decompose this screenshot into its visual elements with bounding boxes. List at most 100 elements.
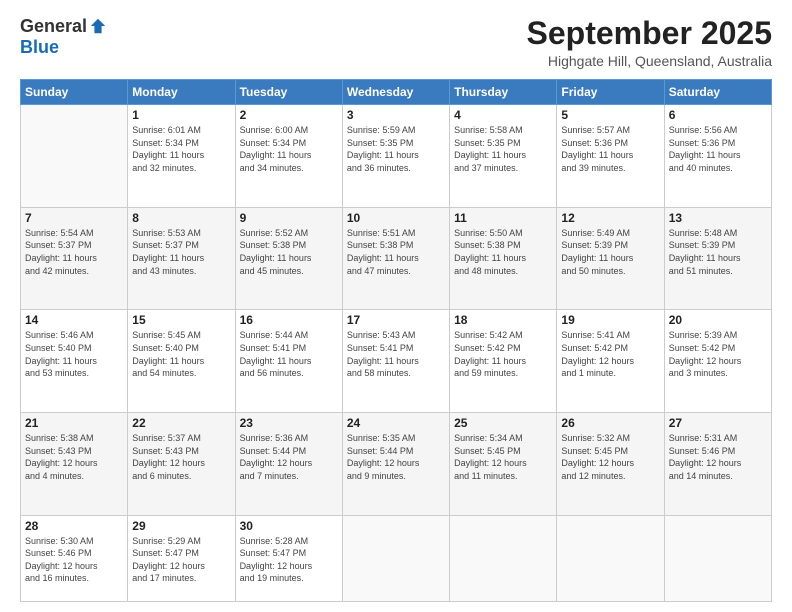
day-number: 14 — [25, 313, 123, 327]
day-info: Sunrise: 5:46 AM Sunset: 5:40 PM Dayligh… — [25, 329, 123, 379]
day-cell: 15 Sunrise: 5:45 AM Sunset: 5:40 PM Dayli… — [128, 310, 235, 413]
header-row: SundayMondayTuesdayWednesdayThursdayFrid… — [21, 80, 772, 105]
day-cell: 27 Sunrise: 5:31 AM Sunset: 5:46 PM Dayli… — [664, 413, 771, 516]
day-info: Sunrise: 6:00 AM Sunset: 5:34 PM Dayligh… — [240, 124, 338, 174]
day-cell: 6Sunrise: 5:56 AM Sunset: 5:36 PM Daylig… — [664, 105, 771, 208]
day-info: Sunrise: 5:58 AM Sunset: 5:35 PM Dayligh… — [454, 124, 552, 174]
day-number: 8 — [132, 211, 230, 225]
day-number: 25 — [454, 416, 552, 430]
calendar: SundayMondayTuesdayWednesdayThursdayFrid… — [20, 79, 772, 602]
header-day-thursday: Thursday — [450, 80, 557, 105]
location: Highgate Hill, Queensland, Australia — [527, 53, 772, 69]
day-cell: 24 Sunrise: 5:35 AM Sunset: 5:44 PM Dayli… — [342, 413, 449, 516]
day-cell: 8 Sunrise: 5:53 AM Sunset: 5:37 PM Daylig… — [128, 207, 235, 310]
day-number: 26 — [561, 416, 659, 430]
header: General Blue September 2025 Highgate Hil… — [20, 16, 772, 69]
day-number: 12 — [561, 211, 659, 225]
day-number: 15 — [132, 313, 230, 327]
logo: General Blue — [20, 16, 107, 58]
day-cell: 14 Sunrise: 5:46 AM Sunset: 5:40 PM Dayli… — [21, 310, 128, 413]
day-info: Sunrise: 5:48 AM Sunset: 5:39 PM Dayligh… — [669, 227, 767, 277]
day-number: 7 — [25, 211, 123, 225]
day-info: Sunrise: 5:54 AM Sunset: 5:37 PM Dayligh… — [25, 227, 123, 277]
day-cell: 23 Sunrise: 5:36 AM Sunset: 5:44 PM Dayli… — [235, 413, 342, 516]
day-cell — [21, 105, 128, 208]
day-cell: 10Sunrise: 5:51 AM Sunset: 5:38 PM Dayli… — [342, 207, 449, 310]
day-info: Sunrise: 5:31 AM Sunset: 5:46 PM Dayligh… — [669, 432, 767, 482]
day-number: 30 — [240, 519, 338, 533]
day-cell: 12 Sunrise: 5:49 AM Sunset: 5:39 PM Dayli… — [557, 207, 664, 310]
week-row-0: 1 Sunrise: 6:01 AM Sunset: 5:34 PM Daylig… — [21, 105, 772, 208]
day-number: 23 — [240, 416, 338, 430]
day-info: Sunrise: 5:45 AM Sunset: 5:40 PM Dayligh… — [132, 329, 230, 379]
header-day-saturday: Saturday — [664, 80, 771, 105]
day-info: Sunrise: 5:41 AM Sunset: 5:42 PM Dayligh… — [561, 329, 659, 379]
day-info: Sunrise: 5:36 AM Sunset: 5:44 PM Dayligh… — [240, 432, 338, 482]
day-number: 1 — [132, 108, 230, 122]
day-info: Sunrise: 5:43 AM Sunset: 5:41 PM Dayligh… — [347, 329, 445, 379]
day-info: Sunrise: 5:30 AM Sunset: 5:46 PM Dayligh… — [25, 535, 123, 585]
day-cell: 26 Sunrise: 5:32 AM Sunset: 5:45 PM Dayli… — [557, 413, 664, 516]
day-number: 5 — [561, 108, 659, 122]
day-cell: 19 Sunrise: 5:41 AM Sunset: 5:42 PM Dayli… — [557, 310, 664, 413]
day-cell — [557, 515, 664, 601]
week-row-1: 7 Sunrise: 5:54 AM Sunset: 5:37 PM Daylig… — [21, 207, 772, 310]
day-number: 21 — [25, 416, 123, 430]
day-info: Sunrise: 5:53 AM Sunset: 5:37 PM Dayligh… — [132, 227, 230, 277]
day-number: 24 — [347, 416, 445, 430]
day-number: 17 — [347, 313, 445, 327]
week-row-2: 14 Sunrise: 5:46 AM Sunset: 5:40 PM Dayli… — [21, 310, 772, 413]
day-info: Sunrise: 5:42 AM Sunset: 5:42 PM Dayligh… — [454, 329, 552, 379]
day-info: Sunrise: 5:52 AM Sunset: 5:38 PM Dayligh… — [240, 227, 338, 277]
day-number: 4 — [454, 108, 552, 122]
header-day-wednesday: Wednesday — [342, 80, 449, 105]
day-cell: 29 Sunrise: 5:29 AM Sunset: 5:47 PM Dayli… — [128, 515, 235, 601]
day-cell: 21Sunrise: 5:38 AM Sunset: 5:43 PM Dayli… — [21, 413, 128, 516]
day-cell — [342, 515, 449, 601]
day-info: Sunrise: 5:56 AM Sunset: 5:36 PM Dayligh… — [669, 124, 767, 174]
day-cell: 11 Sunrise: 5:50 AM Sunset: 5:38 PM Dayli… — [450, 207, 557, 310]
page: General Blue September 2025 Highgate Hil… — [0, 0, 792, 612]
day-number: 20 — [669, 313, 767, 327]
day-number: 11 — [454, 211, 552, 225]
logo-blue-text: Blue — [20, 37, 59, 58]
day-number: 29 — [132, 519, 230, 533]
day-cell: 17 Sunrise: 5:43 AM Sunset: 5:41 PM Dayli… — [342, 310, 449, 413]
calendar-header: SundayMondayTuesdayWednesdayThursdayFrid… — [21, 80, 772, 105]
day-number: 27 — [669, 416, 767, 430]
day-info: Sunrise: 5:59 AM Sunset: 5:35 PM Dayligh… — [347, 124, 445, 174]
day-cell: 22 Sunrise: 5:37 AM Sunset: 5:43 PM Dayli… — [128, 413, 235, 516]
day-info: Sunrise: 5:50 AM Sunset: 5:38 PM Dayligh… — [454, 227, 552, 277]
day-info: Sunrise: 5:34 AM Sunset: 5:45 PM Dayligh… — [454, 432, 552, 482]
day-cell: 18 Sunrise: 5:42 AM Sunset: 5:42 PM Dayli… — [450, 310, 557, 413]
day-cell — [450, 515, 557, 601]
day-cell: 25 Sunrise: 5:34 AM Sunset: 5:45 PM Dayli… — [450, 413, 557, 516]
week-row-3: 21Sunrise: 5:38 AM Sunset: 5:43 PM Dayli… — [21, 413, 772, 516]
day-info: Sunrise: 5:37 AM Sunset: 5:43 PM Dayligh… — [132, 432, 230, 482]
day-cell: 16 Sunrise: 5:44 AM Sunset: 5:41 PM Dayli… — [235, 310, 342, 413]
day-cell: 7 Sunrise: 5:54 AM Sunset: 5:37 PM Daylig… — [21, 207, 128, 310]
day-number: 22 — [132, 416, 230, 430]
day-number: 19 — [561, 313, 659, 327]
day-info: Sunrise: 6:01 AM Sunset: 5:34 PM Dayligh… — [132, 124, 230, 174]
day-info: Sunrise: 5:57 AM Sunset: 5:36 PM Dayligh… — [561, 124, 659, 174]
header-day-monday: Monday — [128, 80, 235, 105]
day-info: Sunrise: 5:28 AM Sunset: 5:47 PM Dayligh… — [240, 535, 338, 585]
day-number: 16 — [240, 313, 338, 327]
day-info: Sunrise: 5:35 AM Sunset: 5:44 PM Dayligh… — [347, 432, 445, 482]
day-info: Sunrise: 5:49 AM Sunset: 5:39 PM Dayligh… — [561, 227, 659, 277]
title-block: September 2025 Highgate Hill, Queensland… — [527, 16, 772, 69]
day-number: 2 — [240, 108, 338, 122]
logo-icon — [89, 17, 107, 35]
day-cell — [664, 515, 771, 601]
day-cell: 28Sunrise: 5:30 AM Sunset: 5:46 PM Dayli… — [21, 515, 128, 601]
day-info: Sunrise: 5:29 AM Sunset: 5:47 PM Dayligh… — [132, 535, 230, 585]
day-number: 3 — [347, 108, 445, 122]
month-title: September 2025 — [527, 16, 772, 51]
week-row-4: 28Sunrise: 5:30 AM Sunset: 5:46 PM Dayli… — [21, 515, 772, 601]
calendar-body: 1 Sunrise: 6:01 AM Sunset: 5:34 PM Daylig… — [21, 105, 772, 602]
day-cell: 1 Sunrise: 6:01 AM Sunset: 5:34 PM Daylig… — [128, 105, 235, 208]
day-number: 18 — [454, 313, 552, 327]
day-info: Sunrise: 5:32 AM Sunset: 5:45 PM Dayligh… — [561, 432, 659, 482]
day-info: Sunrise: 5:44 AM Sunset: 5:41 PM Dayligh… — [240, 329, 338, 379]
